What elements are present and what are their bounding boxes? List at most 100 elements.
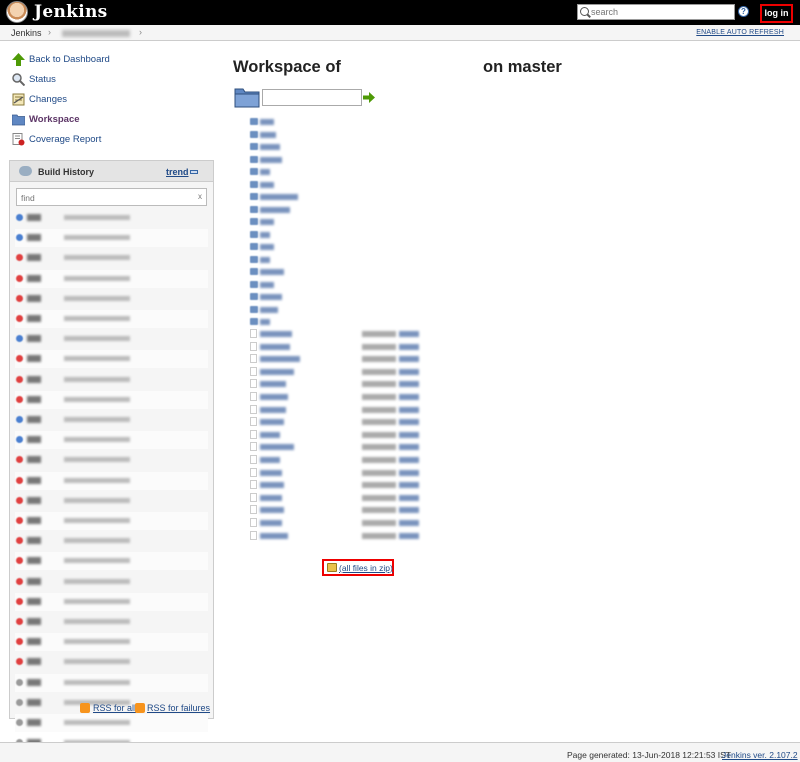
build-date-redacted[interactable] (64, 356, 130, 362)
file-view-link-redacted[interactable] (399, 494, 419, 501)
all-files-zip-highlight[interactable]: (all files in zip) (322, 559, 394, 576)
file-view-link-redacted[interactable] (399, 457, 419, 463)
build-date-redacted[interactable] (64, 275, 130, 281)
file-name-redacted[interactable] (260, 368, 294, 375)
build-date-redacted[interactable] (64, 659, 130, 665)
directory-name-redacted[interactable] (260, 306, 278, 313)
trend-link[interactable]: trend (166, 167, 189, 177)
build-number-redacted[interactable] (27, 416, 41, 423)
directory-name-redacted[interactable] (260, 231, 270, 238)
directory-name-redacted[interactable] (260, 319, 270, 325)
directory-name-redacted[interactable] (260, 131, 276, 138)
rss-failures-link[interactable]: RSS for failures (147, 703, 210, 713)
login-button[interactable]: log in (760, 4, 793, 23)
file-entry[interactable] (250, 492, 422, 504)
build-row[interactable] (15, 269, 208, 288)
file-name-redacted[interactable] (260, 394, 288, 400)
build-row[interactable] (15, 431, 208, 450)
build-number-redacted[interactable] (27, 456, 41, 464)
search-box[interactable] (577, 4, 735, 20)
build-row[interactable] (15, 532, 208, 550)
build-row[interactable] (15, 451, 208, 469)
build-date-redacted[interactable] (64, 720, 130, 725)
file-entry[interactable] (250, 441, 422, 453)
build-date-redacted[interactable] (64, 336, 130, 342)
file-view-link-redacted[interactable] (399, 381, 419, 388)
file-view-link-redacted[interactable] (399, 406, 419, 413)
file-name-redacted[interactable] (260, 444, 294, 451)
build-date-redacted[interactable] (64, 457, 130, 463)
file-name-redacted[interactable] (260, 532, 288, 539)
build-row[interactable] (15, 249, 208, 267)
file-name-redacted[interactable] (260, 494, 282, 501)
build-row[interactable] (15, 653, 208, 671)
directory-name-redacted[interactable] (260, 294, 282, 300)
build-number-redacted[interactable] (27, 678, 41, 686)
file-view-link-redacted[interactable] (399, 444, 419, 451)
directory-name-redacted[interactable] (260, 219, 274, 225)
directory-name-redacted[interactable] (260, 206, 290, 213)
file-entry[interactable] (250, 517, 422, 529)
build-date-redacted[interactable] (64, 639, 130, 645)
directory-name-redacted[interactable] (260, 194, 298, 200)
file-name-redacted[interactable] (260, 507, 284, 514)
directory-name-redacted[interactable] (260, 281, 274, 288)
build-row[interactable] (15, 290, 208, 308)
directory-entry[interactable] (250, 116, 370, 128)
build-date-redacted[interactable] (64, 619, 130, 624)
file-view-link-redacted[interactable] (399, 532, 419, 539)
build-number-redacted[interactable] (27, 274, 41, 282)
directory-entry[interactable] (250, 241, 370, 253)
build-row[interactable] (15, 633, 208, 652)
directory-entry[interactable] (250, 166, 370, 178)
file-entry[interactable] (250, 391, 422, 403)
build-date-redacted[interactable] (64, 376, 130, 382)
file-view-link-redacted[interactable] (399, 331, 419, 337)
build-number-redacted[interactable] (27, 375, 41, 383)
file-entry[interactable] (250, 341, 422, 353)
build-row[interactable] (15, 673, 208, 692)
file-name-redacted[interactable] (260, 419, 284, 426)
build-row[interactable] (15, 492, 208, 510)
build-row[interactable] (15, 310, 208, 328)
file-view-link-redacted[interactable] (399, 368, 419, 375)
file-name-redacted[interactable] (260, 381, 286, 388)
directory-name-redacted[interactable] (260, 181, 274, 188)
file-name-redacted[interactable] (260, 457, 280, 463)
build-number-redacted[interactable] (27, 496, 41, 504)
build-row[interactable] (15, 350, 208, 369)
build-number-redacted[interactable] (27, 294, 41, 302)
jenkins-version-link[interactable]: Jenkins ver. 2.107.2 (722, 750, 798, 760)
file-entry[interactable] (250, 404, 422, 416)
build-number-redacted[interactable] (27, 355, 41, 363)
build-date-redacted[interactable] (64, 538, 130, 544)
build-date-redacted[interactable] (64, 477, 130, 483)
build-row[interactable] (15, 471, 208, 490)
directory-name-redacted[interactable] (260, 119, 274, 125)
build-row[interactable] (15, 573, 208, 591)
directory-name-redacted[interactable] (260, 244, 274, 250)
file-entry[interactable] (250, 467, 422, 479)
build-row[interactable] (15, 371, 208, 389)
build-row[interactable] (15, 411, 208, 429)
build-date-redacted[interactable] (64, 598, 130, 604)
file-name-redacted[interactable] (260, 431, 280, 438)
file-name-redacted[interactable] (260, 482, 284, 489)
build-number-redacted[interactable] (27, 719, 41, 726)
build-row[interactable] (15, 229, 208, 248)
build-number-redacted[interactable] (27, 638, 41, 646)
directory-entry[interactable] (250, 179, 370, 191)
all-files-zip-link[interactable]: (all files in zip) (339, 563, 393, 573)
file-name-redacted[interactable] (260, 520, 282, 526)
go-arrow-icon[interactable] (363, 92, 375, 103)
build-row[interactable] (15, 209, 208, 227)
directory-entry[interactable] (250, 216, 370, 228)
file-view-link-redacted[interactable] (399, 356, 419, 363)
file-view-link-redacted[interactable] (399, 343, 419, 350)
directory-entry[interactable] (250, 316, 370, 328)
file-entry[interactable] (250, 328, 422, 340)
build-number-redacted[interactable] (27, 517, 41, 524)
file-view-link-redacted[interactable] (399, 507, 419, 514)
collapse-icon[interactable] (190, 170, 198, 174)
build-row[interactable] (15, 390, 208, 409)
